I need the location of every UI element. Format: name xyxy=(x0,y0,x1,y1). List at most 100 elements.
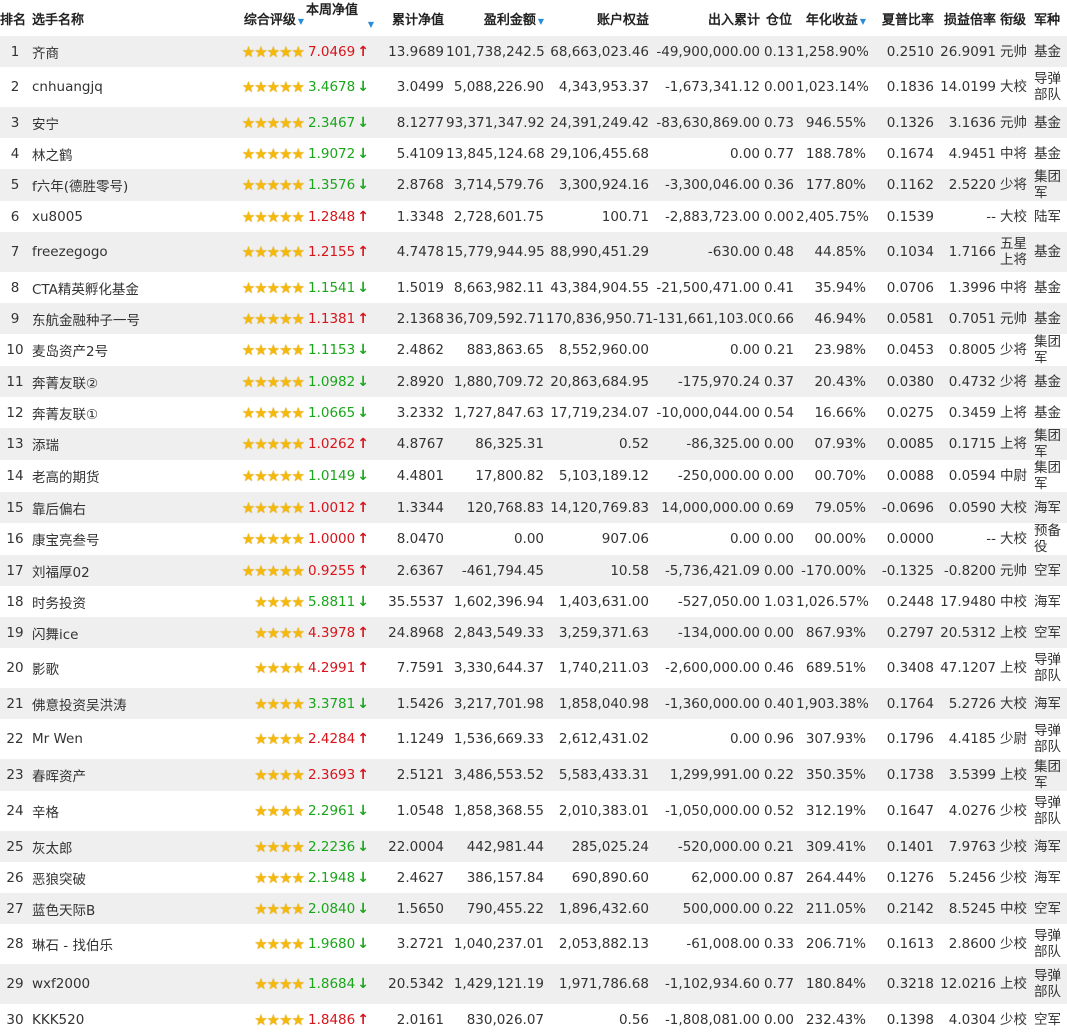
position-cell: 0.21 xyxy=(763,342,794,358)
player-name-link[interactable]: 影歌 xyxy=(30,648,218,688)
annual-cell: 188.78% xyxy=(805,145,866,162)
sharpe-cell: 0.0706 xyxy=(886,279,934,296)
table-row[interactable]: 29 wxf2000 ★★★★ 1.8684 ↓ 20.5342 1,429,121.19 1… xyxy=(0,964,1067,1004)
player-name-link[interactable]: freezegogo xyxy=(30,232,218,272)
header-rating[interactable]: 综合评级 ▼ xyxy=(218,0,306,36)
player-name-link[interactable]: 佛意投资吴洪涛 xyxy=(30,688,218,719)
arrow-down-icon: ↓ xyxy=(357,114,369,131)
table-row[interactable]: 7 freezegogo ★★★★★ 1.2155 ↑ 4.7478 15,779,944.… xyxy=(0,232,1067,272)
table-row[interactable]: 2 cnhuangjq ★★★★★ 3.4678 ↓ 3.0499 5,088,226.90… xyxy=(0,67,1067,107)
header-equity[interactable]: 账户权益 xyxy=(546,0,653,36)
player-name-link[interactable]: 老高的期货 xyxy=(30,460,218,492)
player-name-link[interactable]: 奔菁友联① xyxy=(30,397,218,428)
table-row[interactable]: 9 东航金融种子一号 ★★★★★ 1.1381 ↑ 2.1368 36,709,592.71… xyxy=(0,303,1067,334)
player-name-link[interactable]: 安宁 xyxy=(30,107,218,138)
table-row[interactable]: 11 奔菁友联② ★★★★★ 1.0982 ↓ 2.8920 1,880,709.72 20,… xyxy=(0,366,1067,397)
player-name-link[interactable]: 刘福厚02 xyxy=(30,555,218,586)
table-row[interactable]: 22 Mr Wen ★★★★ 2.4284 ↑ 1.1249 1,536,669.33 2,6… xyxy=(0,719,1067,759)
cum-nav-cell: 2.6367 xyxy=(396,562,444,579)
player-name-link[interactable]: 春晖资产 xyxy=(30,759,218,791)
player-name-link[interactable]: 林之鹤 xyxy=(30,138,218,169)
table-row[interactable]: 19 闪舞ice ★★★★ 4.3978 ↑ 24.8968 2,843,549.33 3,2… xyxy=(0,617,1067,648)
table-row[interactable]: 13 添瑞 ★★★★★ 1.0262 ↑ 4.8767 86,325.31 0.52 -86,3… xyxy=(0,428,1067,460)
player-name-link[interactable]: KKK520 xyxy=(30,1004,218,1035)
table-row[interactable]: 21 佛意投资吴洪涛 ★★★★ 3.3781 ↓ 1.5426 3,217,701.98 1,… xyxy=(0,688,1067,719)
player-name-link[interactable]: wxf2000 xyxy=(30,964,218,1004)
star-icon: ★ xyxy=(241,42,255,61)
player-name-link[interactable]: CTA精英孵化基金 xyxy=(30,272,218,303)
header-annual[interactable]: 年化收益 ▼ xyxy=(796,0,868,36)
table-row[interactable]: 28 琳石 - 找伯乐 ★★★★ 1.9680 ↓ 3.2721 1,040,237.01 2… xyxy=(0,924,1067,964)
rank-cell: 22 xyxy=(6,731,24,747)
player-name-link[interactable]: 蓝色天际B xyxy=(30,893,218,924)
header-profit[interactable]: 盈利金额 ▼ xyxy=(446,0,546,36)
table-row[interactable]: 25 灰太郎 ★★★★ 2.2236 ↓ 22.0004 442,981.44 285,025… xyxy=(0,831,1067,862)
pl-ratio-cell: 7.9763 xyxy=(948,838,996,855)
arrow-down-icon: ↓ xyxy=(357,900,369,917)
table-row[interactable]: 8 CTA精英孵化基金 ★★★★★ 1.1541 ↓ 1.5019 8,663,982.11… xyxy=(0,272,1067,303)
table-row[interactable]: 6 xu8005 ★★★★★ 1.2848 ↑ 1.3348 2,728,601.75 100… xyxy=(0,201,1067,232)
player-name-link[interactable]: 麦岛资产2号 xyxy=(30,334,218,366)
pl-ratio-cell: 8.5245 xyxy=(948,900,996,917)
pl-ratio-cell: 26.9091 xyxy=(940,43,996,60)
player-name-link[interactable]: 康宝亮叁号 xyxy=(30,523,218,555)
table-row[interactable]: 12 奔菁友联① ★★★★★ 1.0665 ↓ 3.2332 1,727,847.63 17,… xyxy=(0,397,1067,428)
sharpe-cell: 0.0380 xyxy=(886,373,934,390)
table-row[interactable]: 16 康宝亮叁号 ★★★★★ 1.0000 ↑ 8.0470 0.00 907.06 0.00 0… xyxy=(0,523,1067,555)
table-row[interactable]: 24 辛格 ★★★★ 2.2961 ↓ 1.0548 1,858,368.55 2,010,3… xyxy=(0,791,1067,831)
sharpe-cell: 0.1836 xyxy=(886,79,934,95)
header-sharpe[interactable]: 夏普比率 xyxy=(868,0,936,36)
table-row[interactable]: 15 靠后偏右 ★★★★★ 1.0012 ↑ 1.3344 120,768.83 14,120… xyxy=(0,492,1067,523)
position-cell: 0.21 xyxy=(763,838,794,855)
header-position[interactable]: 仓位 xyxy=(762,0,796,36)
table-row[interactable]: 17 刘福厚02 ★★★★★ 0.9255 ↑ 2.6367 -461,794.45 10.5… xyxy=(0,555,1067,586)
table-row[interactable]: 27 蓝色天际B ★★★★ 2.0840 ↓ 1.5650 790,455.22 1,896,… xyxy=(0,893,1067,924)
table-row[interactable]: 14 老高的期货 ★★★★★ 1.0149 ↓ 4.4801 17,800.82 5,103,… xyxy=(0,460,1067,492)
player-name-link[interactable]: Mr Wen xyxy=(30,719,218,759)
star-icon: ★ xyxy=(266,802,280,820)
table-row[interactable]: 26 恶狼突破 ★★★★ 2.1948 ↓ 2.4627 386,157.84 690,890… xyxy=(0,862,1067,893)
annual-cell: 16.66% xyxy=(814,404,866,421)
player-name-link[interactable]: f六年(德胜零号) xyxy=(30,169,218,201)
player-name-link[interactable]: cnhuangjq xyxy=(30,67,218,107)
header-cum-nav-label: 累计净值 xyxy=(391,12,444,28)
player-name-link[interactable]: 添瑞 xyxy=(30,428,218,460)
table-row[interactable]: 30 KKK520 ★★★★ 1.8486 ↑ 2.0161 830,026.07 0.56-… xyxy=(0,1004,1067,1035)
player-name-link[interactable]: 时务投资 xyxy=(30,586,218,617)
player-name-link[interactable]: xu8005 xyxy=(30,201,218,232)
army-cell: 空军 xyxy=(1034,624,1061,641)
army-cell: 集团军 xyxy=(1034,428,1061,460)
player-name-link[interactable]: 闪舞ice xyxy=(30,617,218,648)
player-name-link[interactable]: 琳石 - 找伯乐 xyxy=(30,924,218,964)
star-icon: ★ xyxy=(266,467,280,485)
player-name-link[interactable]: 靠后偏右 xyxy=(30,492,218,523)
player-name-link[interactable]: 齐商 xyxy=(30,36,218,67)
table-row[interactable]: 20 影歌 ★★★★ 4.2991 ↑ 7.7591 3,330,644.37 1,740,2… xyxy=(0,648,1067,688)
table-row[interactable]: 1 齐商 ★★★★★ 7.0469 ↑ 13.9689 101,738,242.57 68,6… xyxy=(0,36,1067,67)
rating-stars: ★★★★ xyxy=(218,1004,306,1035)
title-cell: 大校 xyxy=(1000,531,1027,547)
header-pl-ratio[interactable]: 损益倍率 xyxy=(936,0,998,36)
player-name-link[interactable]: 恶狼突破 xyxy=(30,862,218,893)
army-cell: 集团军 xyxy=(1034,460,1061,492)
player-name-link[interactable]: 东航金融种子一号 xyxy=(30,303,218,334)
star-icon: ★ xyxy=(279,659,292,677)
header-week-nav[interactable]: 本周净值 ▼ xyxy=(306,0,378,36)
annual-cell: 79.05% xyxy=(814,499,866,516)
rank-cell: 15 xyxy=(6,499,24,516)
table-row[interactable]: 5 f六年(德胜零号) ★★★★★ 1.3576 ↓ 2.8768 3,714,579.76… xyxy=(0,169,1067,201)
table-row[interactable]: 10 麦岛资产2号 ★★★★★ 1.1153 ↓ 2.4862 883,863.65 8,55… xyxy=(0,334,1067,366)
player-name-link[interactable]: 灰太郎 xyxy=(30,831,218,862)
table-row[interactable]: 4 林之鹤 ★★★★★ 1.9072 ↓ 5.4109 13,845,124.68 29,10… xyxy=(0,138,1067,169)
table-row[interactable]: 18 时务投资 ★★★★ 5.8811 ↓ 35.5537 1,602,396.94 1,40… xyxy=(0,586,1067,617)
header-inout[interactable]: 出入累计 xyxy=(653,0,762,36)
position-cell: 0.41 xyxy=(763,279,794,296)
table-row[interactable]: 23 春晖资产 ★★★★ 2.3693 ↑ 2.5121 3,486,553.52 5,583… xyxy=(0,759,1067,791)
star-icon: ★ xyxy=(291,42,305,61)
cum-nav-cell: 2.5121 xyxy=(396,767,444,783)
table-row[interactable]: 3 安宁 ★★★★★ 2.3467 ↓ 8.1277 93,371,347.92 24,391… xyxy=(0,107,1067,138)
player-name-link[interactable]: 奔菁友联② xyxy=(30,366,218,397)
player-name-link[interactable]: 辛格 xyxy=(30,791,218,831)
header-cum-nav[interactable]: 累计净值 xyxy=(378,0,446,36)
position-cell: 0.46 xyxy=(763,660,794,676)
